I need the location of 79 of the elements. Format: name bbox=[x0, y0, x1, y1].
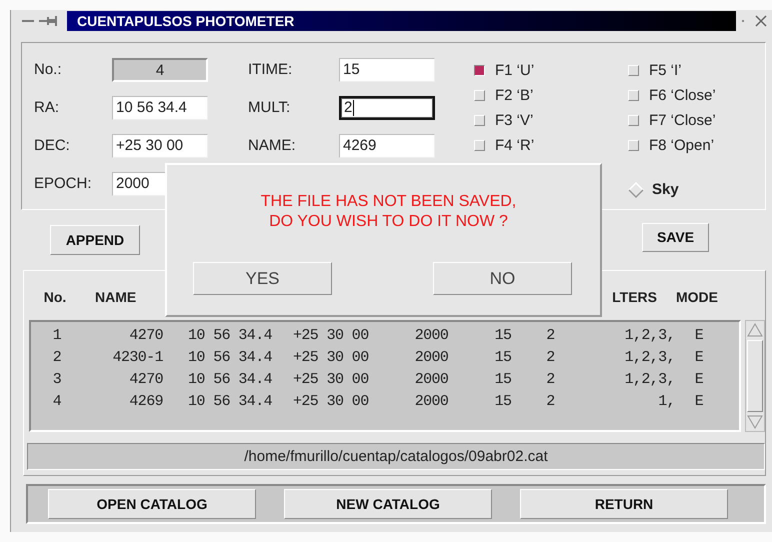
table-cell: 2 bbox=[546, 348, 555, 366]
input-field[interactable]: 2 bbox=[339, 96, 435, 120]
catalog-button[interactable]: RETURN bbox=[520, 489, 728, 519]
dialog-button[interactable]: YES bbox=[193, 262, 332, 295]
table-cell: 2 bbox=[546, 392, 555, 410]
table-cell: 15 bbox=[494, 348, 512, 366]
column-header: No. bbox=[44, 289, 66, 305]
input-field[interactable]: 10 56 34.4 bbox=[112, 96, 208, 120]
table-cell: 2000 bbox=[414, 392, 448, 410]
number-display: 4 bbox=[112, 58, 208, 82]
dialog-message: THE FILE HAS NOT BEEN SAVED, DO YOU WISH TO DO IT NOW ? bbox=[260, 192, 518, 232]
table-cell: 10 56 34.4 bbox=[188, 348, 272, 366]
table-cell: +25 30 00 bbox=[293, 348, 369, 366]
table-cell: +25 30 00 bbox=[293, 326, 369, 344]
catalog-button[interactable]: NEW CATALOG bbox=[284, 489, 492, 519]
up-arrow-icon[interactable] bbox=[747, 323, 763, 337]
column-header: NAME bbox=[95, 289, 136, 305]
pin-icon[interactable] bbox=[39, 15, 57, 27]
table-cell: 2000 bbox=[414, 326, 448, 344]
checkbox-label: F3 ‘V’ bbox=[495, 112, 534, 129]
column-header: LTERS bbox=[612, 289, 657, 305]
field-label: EPOCH: bbox=[34, 174, 93, 194]
table-cell: 1, bbox=[658, 392, 675, 410]
column-header: MODE bbox=[676, 289, 718, 305]
field-label: ITIME: bbox=[248, 60, 294, 80]
table-cell: 10 56 34.4 bbox=[188, 370, 272, 388]
file-path: /home/fmurillo/cuentap/catalogos/09abr02.cat bbox=[27, 443, 765, 470]
window-title: CUENTAPULSOS PHOTOMETER bbox=[67, 11, 736, 31]
table-cell: 2000 bbox=[414, 348, 448, 366]
table-cell: 4230-1 bbox=[112, 348, 163, 366]
table-cell: 1,2,3, bbox=[624, 370, 675, 388]
down-arrow-icon[interactable] bbox=[747, 415, 763, 429]
table-cell: 4270 bbox=[129, 326, 163, 344]
table-cell: 4270 bbox=[129, 370, 163, 388]
table-cell: 1,2,3, bbox=[624, 348, 675, 366]
table-cell: 15 bbox=[494, 326, 512, 344]
checkbox-label: F8 ‘Open’ bbox=[649, 137, 714, 154]
field-label: NAME: bbox=[248, 136, 297, 156]
scrollbar[interactable] bbox=[745, 320, 765, 432]
table-cell: E bbox=[694, 370, 704, 388]
table-cell: 15 bbox=[494, 392, 512, 410]
close-icon[interactable] bbox=[755, 15, 767, 27]
table-cell: 3 bbox=[52, 370, 62, 388]
table-cell: E bbox=[694, 348, 704, 366]
table-cell: 4269 bbox=[129, 392, 163, 410]
table-cell: 4 bbox=[52, 392, 62, 410]
table-cell: E bbox=[694, 392, 704, 410]
table-cell: 1 bbox=[52, 326, 62, 344]
table-cell: 15 bbox=[494, 370, 512, 388]
checkbox-label: F5 ‘I’ bbox=[649, 62, 682, 79]
field-label: DEC: bbox=[34, 136, 71, 156]
checkbox-label: F2 ‘B’ bbox=[495, 87, 534, 104]
table-cell: 1,2,3, bbox=[624, 326, 675, 344]
input-field[interactable]: +25 30 00 bbox=[112, 134, 208, 158]
checkbox-label: F4 ‘R’ bbox=[495, 137, 534, 154]
table-cell: 2 bbox=[52, 348, 62, 366]
checkbox-label: F6 ‘Close’ bbox=[649, 87, 716, 104]
field-label: RA: bbox=[34, 98, 60, 118]
table-cell: 10 56 34.4 bbox=[188, 326, 272, 344]
save-button[interactable]: SAVE bbox=[642, 222, 709, 252]
radio-label: Sky bbox=[652, 181, 679, 198]
table-cell: +25 30 00 bbox=[293, 392, 369, 410]
table-cell: +25 30 00 bbox=[293, 370, 369, 388]
table-cell: 2000 bbox=[414, 370, 448, 388]
table-cell: 10 56 34.4 bbox=[188, 392, 272, 410]
checkbox[interactable] bbox=[474, 65, 485, 76]
dialog-button[interactable]: NO bbox=[433, 262, 572, 295]
table-cell: E bbox=[694, 326, 704, 344]
field-label: MULT: bbox=[248, 98, 292, 118]
append-button[interactable]: APPEND bbox=[50, 225, 140, 255]
input-field[interactable]: 4269 bbox=[339, 134, 435, 158]
table-cell: 2 bbox=[546, 370, 555, 388]
field-label: No.: bbox=[34, 60, 63, 80]
catalog-button[interactable]: OPEN CATALOG bbox=[48, 489, 256, 519]
radio-button[interactable] bbox=[628, 182, 644, 198]
table-cell: 2 bbox=[546, 326, 555, 344]
checkbox-label: F7 ‘Close’ bbox=[649, 112, 716, 129]
input-field[interactable]: 15 bbox=[339, 58, 435, 82]
checkbox-label: F1 ‘U’ bbox=[495, 62, 534, 79]
